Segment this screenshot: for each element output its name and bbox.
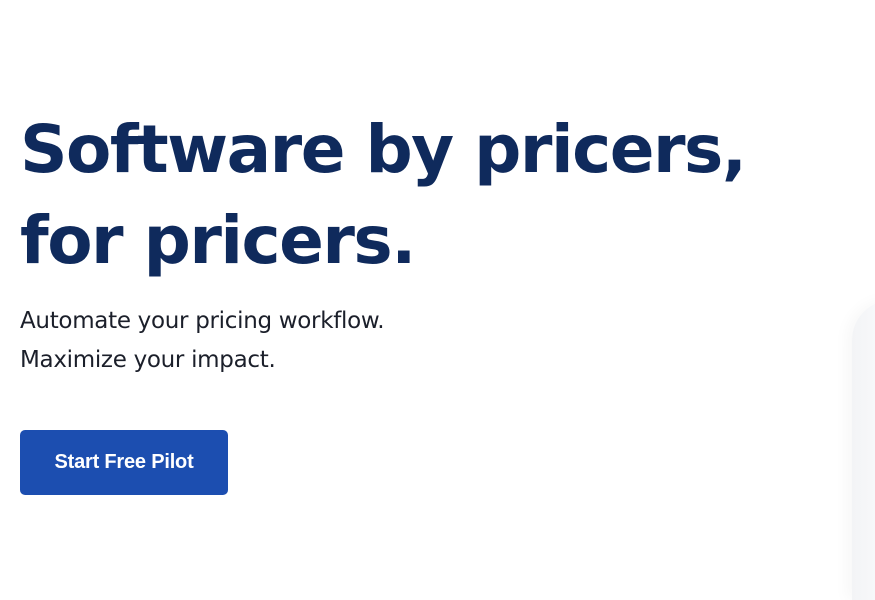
hero-headline-line-1: Software by pricers, <box>20 111 747 188</box>
hero-subtext-line-1: Automate your pricing workflow. <box>20 308 385 334</box>
hero-headline-line-2: for pricers. <box>20 202 416 279</box>
start-free-pilot-button[interactable]: Start Free Pilot <box>20 430 228 495</box>
hero-subtext: Automate your pricing workflow. Maximize… <box>20 302 385 380</box>
hero-subtext-line-2: Maximize your impact. <box>20 347 276 373</box>
hero-section: Software by pricers, for pricers. Automa… <box>0 0 875 600</box>
side-card-edge <box>852 300 875 600</box>
hero-headline: Software by pricers, for pricers. <box>20 104 747 286</box>
